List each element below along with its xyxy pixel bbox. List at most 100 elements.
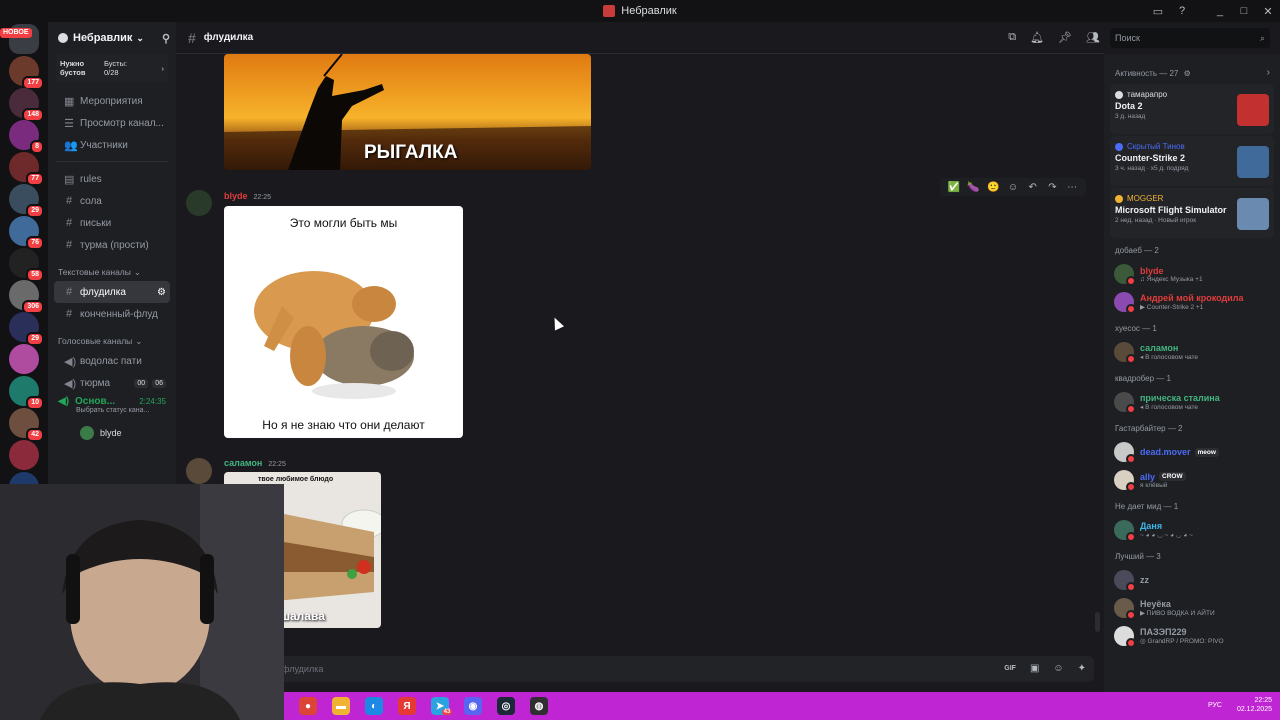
search-icon: ⌕ <box>1259 33 1265 43</box>
boost-progress[interactable]: Нужно бустов Бусты: 0/28 › <box>56 54 168 82</box>
help-icon[interactable]: ? <box>1170 5 1194 17</box>
voice-category[interactable]: Голосовые каналы ⌄ <box>48 332 176 350</box>
activity-card[interactable]: тамарапро Dota 23 д. назад <box>1110 84 1274 134</box>
message-author[interactable]: саламон 22:25 <box>224 458 286 468</box>
toolbar-action-icon[interactable]: ✅ <box>946 182 962 193</box>
toolbar-action-icon[interactable]: ↷ <box>1045 182 1061 193</box>
member-item[interactable]: Неуёка ▶ ПИВО ВОДКА И АЙТИ <box>1104 594 1280 622</box>
search-input[interactable]: Поиск ⌕ <box>1110 28 1270 48</box>
server-icon[interactable]: 29 <box>9 312 44 346</box>
telegram-icon[interactable]: ➤ 43 <box>431 697 453 715</box>
server-icon[interactable] <box>9 344 39 374</box>
gif-icon[interactable]: GIF <box>1004 656 1016 682</box>
member-item[interactable]: zz <box>1104 566 1280 594</box>
server-nav-item[interactable]: ☰ Просмотр канал... <box>54 112 170 134</box>
member-item[interactable]: dead.mover meow <box>1104 438 1280 466</box>
yandex-icon[interactable]: Я <box>398 697 416 715</box>
server-icon[interactable]: 76 <box>9 216 44 250</box>
toolbar-action-icon[interactable]: 🙂 <box>985 182 1001 193</box>
voice-channel[interactable]: ◀) тюрма 00 06 <box>54 372 170 394</box>
gear-icon[interactable]: ⚙ <box>1184 69 1191 78</box>
text-channel[interactable]: # сола <box>54 190 170 212</box>
steam-icon[interactable]: ◎ <box>497 697 515 715</box>
pin-icon[interactable]: 📌︎ <box>1058 31 1072 44</box>
message-author[interactable]: blyde 22:25 <box>224 191 271 201</box>
server-icon[interactable] <box>9 472 39 484</box>
server-icon[interactable]: 77 <box>9 152 44 186</box>
server-nav-item[interactable]: ▦ Мероприятия <box>54 90 170 112</box>
explorer-icon[interactable]: ▬ <box>332 697 350 715</box>
maximize-button[interactable]: □ <box>1232 5 1256 17</box>
member-item[interactable]: ally CROW я клёвый <box>1104 466 1280 494</box>
text-channel[interactable]: # турма (прости) <box>54 234 170 256</box>
toolbar-action-icon[interactable]: ↶ <box>1025 182 1041 193</box>
server-icon[interactable]: 306 <box>9 280 44 314</box>
clock-time[interactable]: 22:25 <box>1237 696 1272 705</box>
member-item[interactable]: Андрей мой крокодила ▶ Counter-Strike 2 +… <box>1104 288 1280 316</box>
edge-icon[interactable]: ◐ <box>365 697 383 715</box>
message-time: 22:25 <box>253 194 272 201</box>
server-icon[interactable]: 42 <box>9 408 44 442</box>
voice-channel-active[interactable]: ◀) Основ... 2:24:35 Выбрать статус кана.… <box>54 396 170 422</box>
obs-icon[interactable]: ◍ <box>530 697 548 715</box>
activity-card[interactable]: Скрытый Тинов Counter-Strike 23 ч. назад … <box>1110 136 1274 186</box>
member-item[interactable]: ПАЗЭП229 ◎ GrandRP / PROMO: PIVO <box>1104 622 1280 650</box>
server-icon[interactable] <box>9 440 39 470</box>
chevron-right-icon[interactable]: › <box>1267 67 1270 78</box>
toolbar-action-icon[interactable]: ☺ <box>1005 182 1021 193</box>
text-channel[interactable]: # письки <box>54 212 170 234</box>
message-list[interactable]: РЫГАЛКА blyde 22:25 Это могли быть мы Но … <box>176 54 1104 652</box>
server-icon[interactable]: 177 <box>9 56 44 90</box>
author-name[interactable]: саламон <box>224 458 262 468</box>
activity-card[interactable]: MOGGER Microsoft Flight Simulator 2 нед. н… <box>1110 188 1274 238</box>
threads-icon[interactable]: ⧉ <box>1008 31 1016 44</box>
activity-header[interactable]: Активность — 27 ⚙ › <box>1104 54 1280 84</box>
channel-settings-icon[interactable]: ⚙ <box>157 287 166 298</box>
server-header[interactable]: Небравлик ⌄ ⚲ <box>48 22 176 54</box>
members-toggle-icon[interactable]: 👥︎ <box>1086 31 1100 44</box>
voice-category-label: Голосовые каналы <box>58 336 133 346</box>
emoji-icon[interactable]: ☺ <box>1053 656 1063 682</box>
inbox-icon[interactable]: ▭ <box>1146 5 1170 18</box>
text-category[interactable]: Текстовые каналы ⌄ <box>48 263 176 281</box>
member-item[interactable]: прическа сталина ◂ В голосовом чате <box>1104 388 1280 416</box>
close-button[interactable]: ✕ <box>1256 5 1280 18</box>
message-image-cats[interactable]: Это могли быть мы Но я не знаю что они д… <box>224 206 463 438</box>
message-image-rygalka[interactable]: РЫГАЛКА <box>224 54 591 170</box>
message-composer[interactable]: флудилка GIF ▣ ☺ ✦ <box>186 656 1094 682</box>
member-item[interactable]: Даня ~ ◕ ◕ ◡ ~ ◕ ◡ ◕ ~ <box>1104 516 1280 544</box>
server-icon[interactable]: 10 <box>9 376 44 410</box>
avatar[interactable] <box>186 458 212 484</box>
author-name[interactable]: blyde <box>224 191 248 201</box>
avatar[interactable] <box>186 190 212 216</box>
text-channel[interactable]: # конченный-флуд <box>54 303 170 325</box>
server-icon[interactable]: НОВОЕ <box>0 24 39 54</box>
toolbar-action-icon[interactable]: ⋯ <box>1064 182 1080 193</box>
bell-icon[interactable]: 🔔︎ <box>1030 31 1044 44</box>
sticker-icon[interactable]: ▣ <box>1030 656 1039 682</box>
chrome-icon[interactable]: ● <box>299 697 317 715</box>
toolbar-action-icon[interactable]: 🍆 <box>966 182 982 193</box>
image-caption: РЫГАЛКА <box>364 142 458 163</box>
server-nav-item[interactable]: 👥 Участники <box>54 134 170 156</box>
server-icon[interactable]: 58 <box>9 248 44 282</box>
minimize-button[interactable]: _ <box>1208 5 1232 17</box>
discord-icon[interactable]: ◉ <box>464 697 482 715</box>
chat-scrollbar[interactable] <box>1095 612 1100 632</box>
apps-icon[interactable]: ✦ <box>1078 656 1086 682</box>
member-item[interactable]: blyde ♫ Яндекс Музыка +1 <box>1104 260 1280 288</box>
text-channel[interactable]: ▤ rules <box>54 168 170 190</box>
server-icon[interactable]: 8 <box>9 120 44 154</box>
member-status: ▶ ПИВО ВОДКА И АЙТИ <box>1140 610 1215 617</box>
server-icon[interactable]: 148 <box>9 88 44 122</box>
server-icon[interactable]: 29 <box>9 184 44 218</box>
text-channel[interactable]: # флудилка ⚙ <box>54 281 170 303</box>
voice-user[interactable]: blyde <box>48 426 176 440</box>
member-item[interactable]: саламон ◂ В голосовом чате <box>1104 338 1280 366</box>
voice-channel[interactable]: ◀) водолас пати <box>54 350 170 372</box>
invite-icon[interactable]: ⚲ <box>162 32 170 45</box>
language-indicator[interactable]: РУС <box>1208 701 1222 710</box>
avatar <box>1114 626 1136 648</box>
avatar <box>1115 90 1123 99</box>
clock-date[interactable]: 02.12.2025 <box>1237 705 1272 714</box>
